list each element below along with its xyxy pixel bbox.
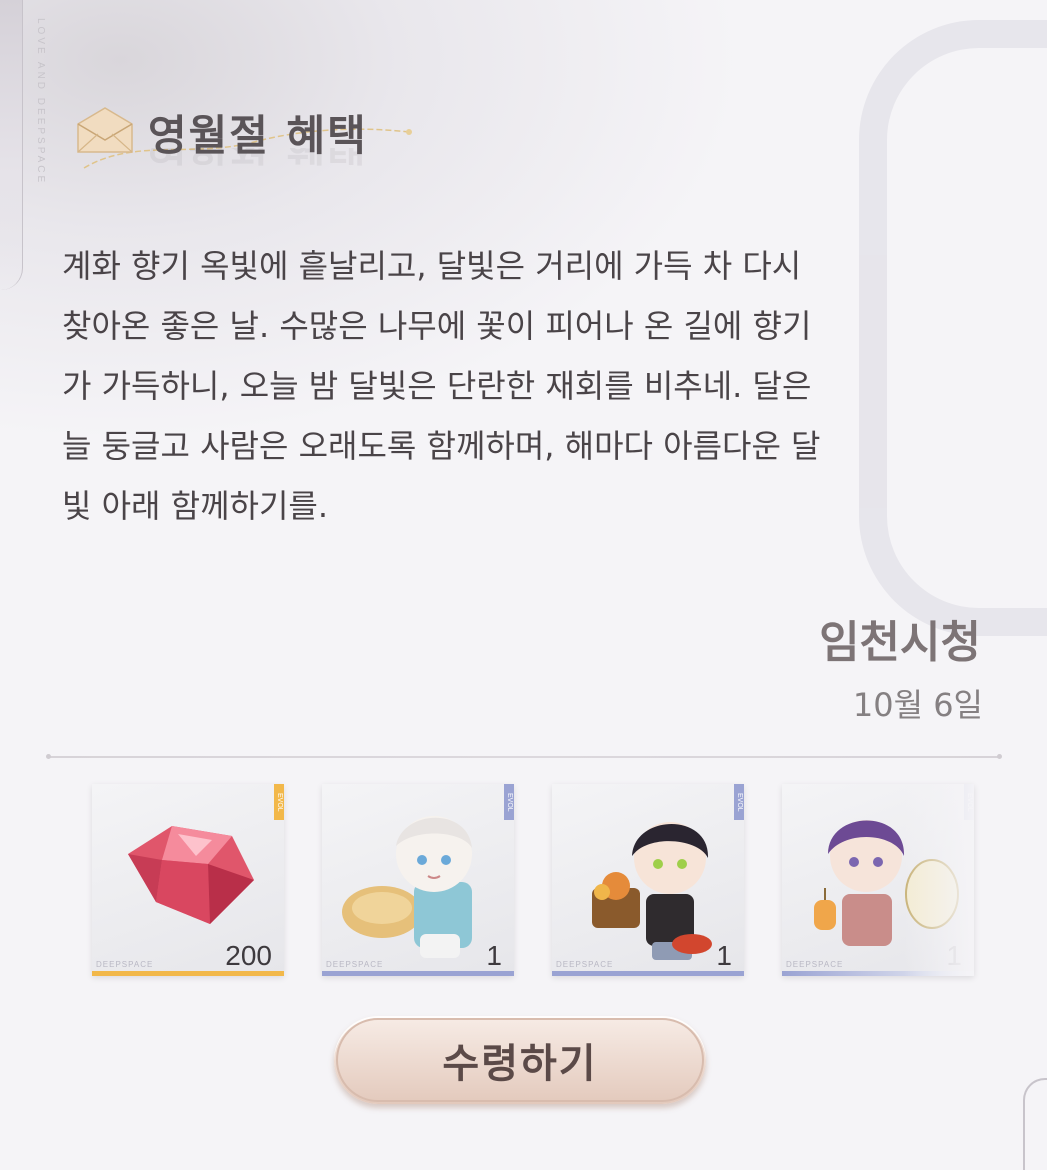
rarity-bar	[782, 971, 974, 976]
rarity-bar	[322, 971, 514, 976]
letter-line: 가 가득하니, 오늘 밤 달빛은 단란한 재회를 비추네. 달은	[62, 367, 812, 405]
corner-decoration	[1023, 1078, 1047, 1170]
rarity-bar	[92, 971, 284, 976]
chibi-silver-hair-icon	[342, 816, 472, 958]
letter-signature: 임천시청	[819, 617, 981, 668]
title-reflection: 영월절 혜택	[148, 148, 368, 178]
divider	[46, 754, 1002, 759]
letter-line: 빛 아래 함께하기를.	[62, 487, 329, 525]
brand-label: DEEPSPACE	[96, 960, 154, 969]
reward-quantity: 1	[946, 940, 962, 971]
evol-tag: EVOL	[504, 784, 514, 820]
rarity-bar	[552, 971, 744, 976]
reward-quantity: 1	[716, 940, 732, 971]
letter-line: 찾아온 좋은 날. 수많은 나무에 꽃이 피어나 온 길에 향기	[62, 307, 812, 345]
title-block: 영월절 혜택 영월절 혜택	[74, 98, 434, 169]
reward-quantity: 1	[486, 940, 502, 971]
reward-list: EVOL DEEPSPACE 200 EVOL DEEPSPACE 1 EVOL…	[92, 784, 992, 979]
mail-panel: LOVE AND DEEPSPACE 영월절 혜택 영월절 혜택 계화 향기 옥…	[0, 0, 1047, 1170]
left-frame-decoration	[0, 0, 23, 290]
reward-quantity: 200	[225, 940, 272, 971]
reward-item-chibi-dark[interactable]: EVOL DEEPSPACE 1	[552, 784, 744, 976]
evol-tag: EVOL	[274, 784, 284, 820]
chibi-purple-hair-icon	[814, 820, 959, 946]
envelope-icon	[77, 107, 133, 153]
letter-line: 계화 향기 옥빛에 흩날리고, 달빛은 거리에 가득 차 다시	[62, 247, 802, 285]
brand-label: DEEPSPACE	[556, 960, 614, 969]
reward-item-chibi-purple[interactable]: EVOL DEEPSPACE 1	[782, 784, 974, 976]
chibi-dark-hair-icon	[592, 822, 712, 960]
claim-button[interactable]: 수령하기	[334, 1016, 706, 1104]
brand-label: DEEPSPACE	[786, 960, 844, 969]
evol-tag: EVOL	[964, 784, 974, 820]
evol-tag: EVOL	[734, 784, 744, 820]
side-brand-text: LOVE AND DEEPSPACE	[35, 18, 46, 186]
letter-date: 10월 6일	[852, 686, 983, 724]
brand-label: DEEPSPACE	[326, 960, 384, 969]
letter-line: 늘 둥글고 사람은 오래도록 함께하며, 해마다 아름다운 달	[62, 427, 821, 465]
letter-body: 계화 향기 옥빛에 흩날리고, 달빛은 거리에 가득 차 다시 찾아온 좋은 날…	[62, 236, 1002, 536]
reward-item-chibi-silver[interactable]: EVOL DEEPSPACE 1	[322, 784, 514, 976]
reward-item-gem[interactable]: EVOL DEEPSPACE 200	[92, 784, 284, 976]
